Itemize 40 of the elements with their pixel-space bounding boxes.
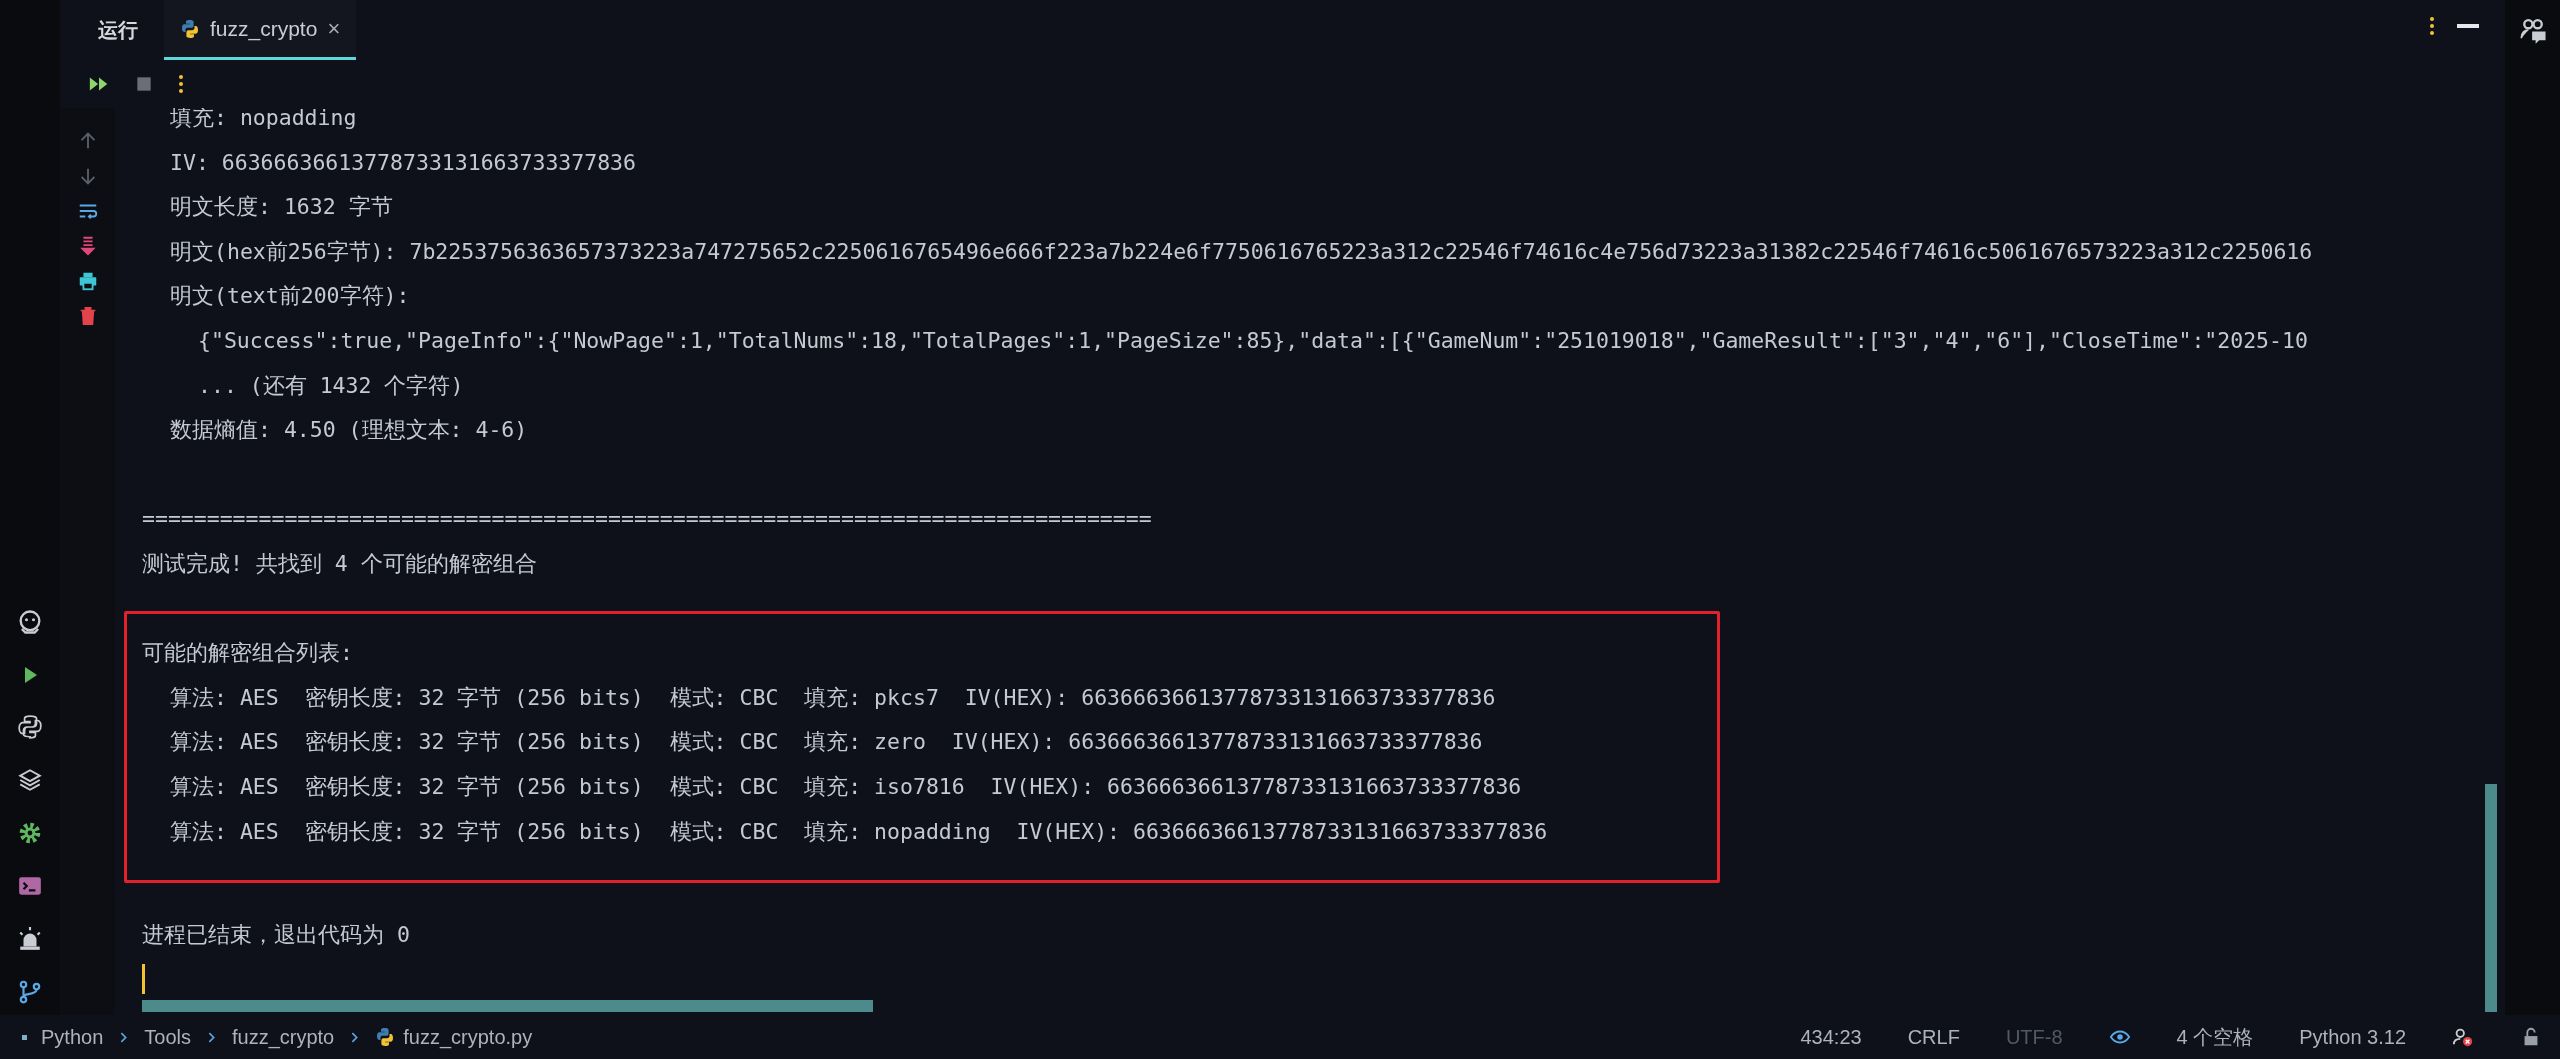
console-line: 算法: AES 密钥长度: 32 字节 (256 bits) 模式: CBC 填充: nopadding IV(HEX): 66366636613778733131663733377836 <box>169 817 1549 846</box>
console-line: 明文(text前200字符): <box>169 282 411 311</box>
status-item[interactable]: Python 3.12 <box>2299 1025 2406 1049</box>
more-icon[interactable] <box>2429 16 2435 36</box>
breadcrumb-item[interactable]: fuzz_crypto.py <box>375 1025 533 1049</box>
status-item[interactable]: 4 个空格 <box>2176 1023 2254 1051</box>
alarm-icon[interactable] <box>17 926 43 952</box>
layers-icon[interactable] <box>17 767 43 793</box>
console-line: 数据熵值: 4.50 (理想文本: 4-6) <box>169 416 529 445</box>
horizontal-scrollbar[interactable] <box>142 1000 873 1012</box>
python-icon <box>180 18 200 39</box>
console-line: 明文长度: 1632 字节 <box>169 193 394 222</box>
person-error-icon[interactable] <box>2452 1026 2474 1048</box>
python-icon[interactable] <box>17 714 43 740</box>
text-cursor <box>142 964 145 995</box>
stop-icon[interactable] <box>134 74 154 94</box>
console-line: ... (还有 1432 个字符) <box>197 371 465 400</box>
python-icon <box>375 1027 396 1047</box>
run-tab[interactable]: fuzz_crypto × <box>164 0 357 60</box>
panel-title: 运行 <box>98 17 138 43</box>
chat-people-icon[interactable] <box>2518 16 2547 44</box>
console-line: 算法: AES 密钥长度: 32 字节 (256 bits) 模式: CBC 填充: zero IV(HEX): 66366636613778733131663733377836 <box>169 728 1484 757</box>
settings-icon[interactable] <box>17 820 43 846</box>
console-line: 明文(hex前256字节): 7b2253756363657373223a747275652c2250616765496e666f223a7b224e6f7750616765223a312c22546f74616c4e756d73223a31382c22546f74616c5061676573223a312c2250616 <box>169 237 2314 266</box>
console-line: 可能的解密组合列表: <box>142 639 354 668</box>
console-line: IV: 66366636613778733131663733377836 <box>169 148 637 177</box>
status-item[interactable]: CRLF <box>1907 1025 1960 1049</box>
more-icon[interactable] <box>178 74 184 94</box>
console-line: {"Success":true,"PageInfo":{"NowPage":1,"TotalNums":18,"TotalPages":1,"PageSize":85},"data":[{"GameNum":"251019018","GameResult":["3","4","6"],"CloseTime":"2025-10 <box>197 326 2309 355</box>
console-line: ============================================================================== <box>142 505 1153 534</box>
console-line: 进程已结束，退出代码为 0 <box>142 921 411 950</box>
breadcrumb-item[interactable]: Python <box>41 1025 104 1049</box>
console-line: 算法: AES 密钥长度: 32 字节 (256 bits) 模式: CBC 填充: pkcs7 IV(HEX): 66366636613778733131663733377836 <box>169 683 1497 712</box>
console-line: 算法: AES 密钥长度: 32 字节 (256 bits) 模式: CBC 填充: iso7816 IV(HEX): 66366636613778733131663733377836 <box>169 772 1523 801</box>
branch-icon[interactable] <box>17 979 43 1005</box>
console-line: 测试完成! 共找到 4 个可能的解密组合 <box>142 549 538 578</box>
breadcrumb-item[interactable]: Tools <box>144 1025 191 1049</box>
breadcrumb-item[interactable]: fuzz_crypto <box>231 1025 335 1049</box>
status-item[interactable]: 434:23 <box>1800 1025 1862 1049</box>
vertical-scrollbar[interactable] <box>2485 784 2497 1012</box>
